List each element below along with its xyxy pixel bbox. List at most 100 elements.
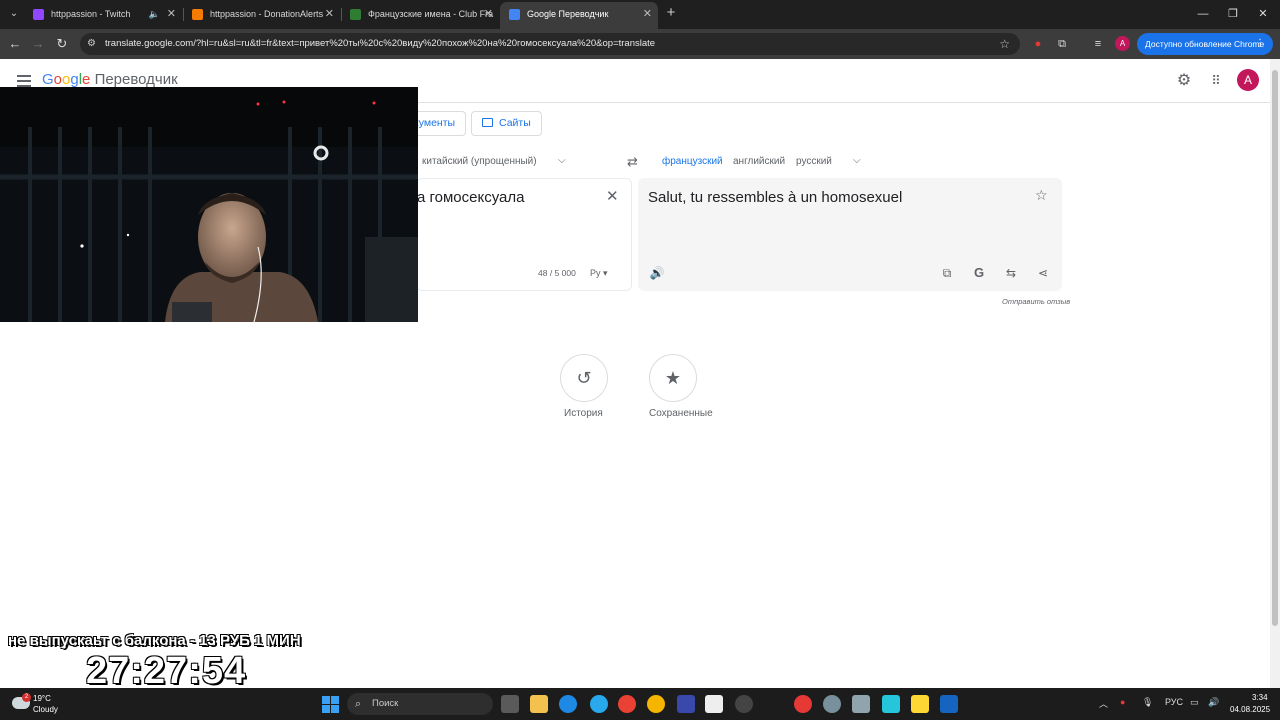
- close-window-button[interactable]: ✕: [1248, 3, 1278, 25]
- tab-title: httppassion - Twitch: [51, 9, 131, 19]
- new-tab-button[interactable]: +: [664, 4, 678, 21]
- webcam-video-image: [0, 87, 418, 322]
- account-avatar[interactable]: A: [1237, 69, 1259, 91]
- copy-icon[interactable]: ⧉: [939, 265, 955, 281]
- file-explorer-icon[interactable]: [530, 695, 548, 713]
- site-icon: [350, 9, 361, 20]
- char-count: 48 / 5 000: [538, 268, 576, 278]
- tab-title: Французские имена - Club Fra: [368, 9, 494, 19]
- sites-mode-button[interactable]: Сайты: [471, 111, 542, 136]
- tab-title: Google Переводчик: [527, 9, 609, 19]
- tab-search-button[interactable]: ⌄: [4, 5, 24, 23]
- task-view-icon[interactable]: [501, 695, 519, 713]
- extension-icon[interactable]: ●: [1030, 36, 1046, 52]
- hamburger-menu-icon[interactable]: [17, 75, 31, 87]
- weather-temperature[interactable]: 19°C: [33, 694, 51, 703]
- source-language[interactable]: китайский (упрощенный): [422, 156, 537, 167]
- minimize-button[interactable]: —: [1188, 3, 1218, 25]
- tray-app-icon[interactable]: ●: [1120, 697, 1125, 707]
- bookmark-star-icon[interactable]: ☆: [999, 33, 1010, 55]
- close-icon[interactable]: ✕: [167, 2, 176, 27]
- google-translate-icon: [509, 9, 520, 20]
- save-translation-star-icon[interactable]: ☆: [1035, 187, 1048, 204]
- windows-taskbar: 2 19°C Cloudy ⌕ Поиск ︿ ● 🎙 РУС ▭ 🔊 3:34…: [0, 688, 1280, 720]
- media-control-icon[interactable]: ≡: [1090, 36, 1106, 52]
- telegram-icon[interactable]: [590, 695, 608, 713]
- feedback-edit-icon[interactable]: ⇆: [1003, 265, 1019, 281]
- show-hidden-icons[interactable]: ︿: [1099, 697, 1108, 710]
- clear-text-icon[interactable]: ✕: [606, 187, 619, 205]
- documents-label: кументы: [414, 117, 456, 129]
- browser-toolbar: ← → ↻ ⚙ translate.google.com/?hl=ru&sl=r…: [0, 29, 1280, 59]
- start-windows-icon[interactable]: [322, 696, 339, 713]
- donation-goal-text: не выпускаьт с балкона - 13 РУБ 1 МИН: [8, 632, 301, 649]
- site-info-icon[interactable]: ⚙: [87, 37, 99, 51]
- close-icon[interactable]: ✕: [325, 2, 334, 27]
- profile-avatar[interactable]: A: [1115, 36, 1130, 51]
- steam-icon[interactable]: [940, 695, 958, 713]
- weather-description[interactable]: Cloudy: [33, 705, 58, 714]
- yandex-icon[interactable]: [794, 695, 812, 713]
- target-lang-dropdown-icon[interactable]: ⌵: [853, 155, 861, 166]
- sites-label: Сайты: [499, 117, 531, 129]
- star-icon: ★: [664, 368, 682, 388]
- update-label: Доступно обновление Chrome: [1145, 39, 1265, 49]
- obs-icon[interactable]: [735, 695, 753, 713]
- history-label: История: [564, 408, 603, 419]
- tab-twitch[interactable]: httppassion - Twitch 🔈 ✕: [24, 2, 182, 29]
- scrollbar-thumb[interactable]: [1272, 70, 1278, 626]
- restore-button[interactable]: ❐: [1218, 3, 1248, 25]
- edge-icon[interactable]: [559, 695, 577, 713]
- settings-icon[interactable]: [823, 695, 841, 713]
- search-placeholder: Поиск: [372, 698, 399, 709]
- logo-suffix: Переводчик: [94, 71, 178, 88]
- address-bar[interactable]: ⚙ translate.google.com/?hl=ru&sl=ru&tl=f…: [80, 33, 1020, 55]
- twitch-icon: [33, 9, 44, 20]
- url-text: translate.google.com/?hl=ru&sl=ru&tl=fr&…: [105, 38, 656, 49]
- tab-donationalerts[interactable]: httppassion - DonationAlerts ✕: [183, 2, 340, 29]
- calculator-icon[interactable]: [852, 695, 870, 713]
- notification-badge: 2: [22, 693, 31, 702]
- source-text[interactable]: а гомосексуала: [417, 189, 525, 206]
- source-lang-dropdown-icon[interactable]: ⌵: [558, 155, 566, 166]
- input-tools-button[interactable]: Ру ▾: [590, 268, 608, 279]
- notepad-icon[interactable]: [705, 695, 723, 713]
- microphone-icon[interactable]: 🎙: [1142, 697, 1153, 708]
- google-translate-logo[interactable]: Google Переводчик: [42, 71, 178, 88]
- target-lang-russian[interactable]: русский: [796, 156, 832, 167]
- saved-button[interactable]: ★: [649, 354, 697, 402]
- chrome-update-button[interactable]: Доступно обновление Chrome ⋮: [1137, 33, 1273, 55]
- taskbar-search[interactable]: ⌕ Поиск: [347, 693, 493, 715]
- forward-button[interactable]: →: [29, 35, 47, 53]
- volume-icon[interactable]: 🔊: [1208, 697, 1219, 708]
- app-icon[interactable]: [647, 695, 665, 713]
- chart-app-icon[interactable]: [677, 695, 695, 713]
- clock-date[interactable]: 04.08.2025: [1230, 705, 1270, 714]
- settings-gear-icon[interactable]: ⚙: [1174, 71, 1194, 91]
- reload-button[interactable]: ↻: [53, 35, 71, 53]
- app-icon[interactable]: [911, 695, 929, 713]
- vpn-icon[interactable]: [882, 695, 900, 713]
- input-language[interactable]: РУС: [1165, 697, 1183, 707]
- target-lang-english[interactable]: английский: [733, 156, 785, 167]
- google-search-icon[interactable]: G: [971, 265, 987, 281]
- translation-text: Salut, tu ressembles à un homosexuel: [648, 189, 903, 206]
- network-icon[interactable]: ▭: [1190, 697, 1199, 708]
- extensions-puzzle-icon[interactable]: ⧉: [1054, 36, 1070, 52]
- stream-timer: 27:27:54: [86, 650, 247, 692]
- close-icon[interactable]: ✕: [643, 2, 652, 27]
- back-button[interactable]: ←: [6, 35, 24, 53]
- clock-time[interactable]: 3:34: [1252, 693, 1268, 702]
- swap-languages-icon[interactable]: ⇄: [627, 154, 638, 170]
- history-button[interactable]: ↺: [560, 354, 608, 402]
- tab-club-fra[interactable]: Французские имена - Club Fra ✕: [341, 2, 499, 29]
- target-lang-french[interactable]: французский: [662, 156, 723, 167]
- chrome-icon[interactable]: [618, 695, 636, 713]
- close-icon[interactable]: ✕: [484, 2, 493, 27]
- tab-google-translate[interactable]: Google Переводчик ✕: [500, 2, 658, 29]
- send-feedback-link[interactable]: Отправить отзыв: [1002, 297, 1070, 306]
- apps-grid-icon[interactable]: ⠿: [1206, 71, 1226, 91]
- speaker-icon[interactable]: 🔈: [149, 2, 160, 27]
- share-icon[interactable]: ⋖: [1035, 265, 1051, 281]
- listen-speaker-icon[interactable]: 🔊: [649, 265, 665, 281]
